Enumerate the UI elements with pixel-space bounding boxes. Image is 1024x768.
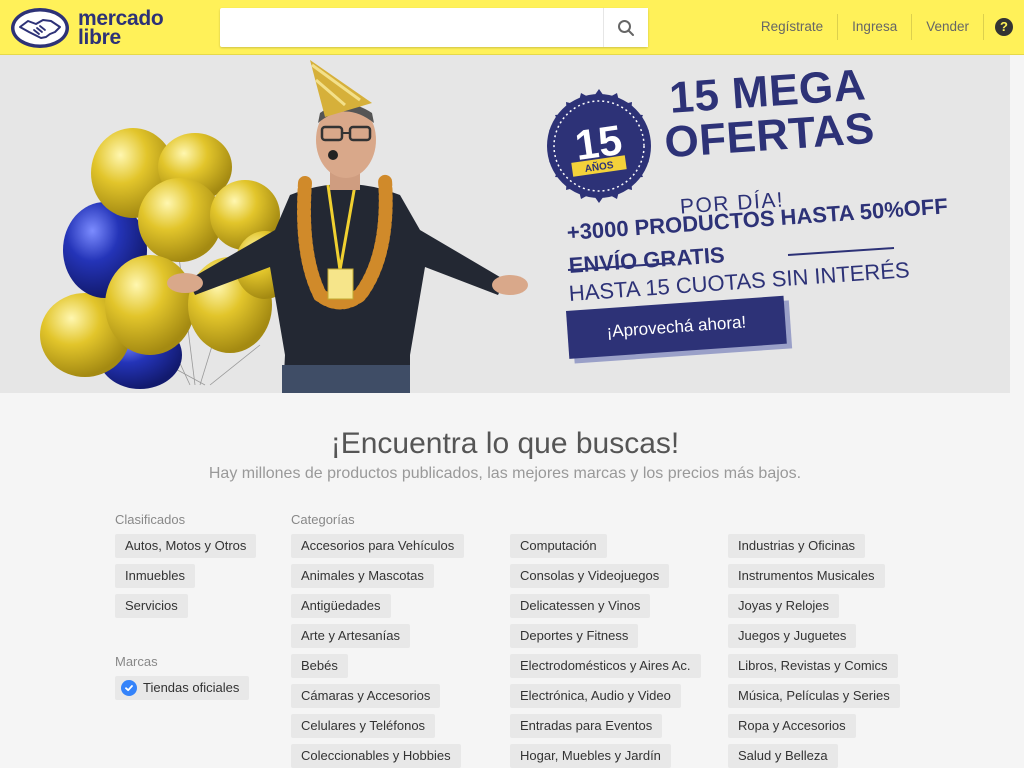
category-item[interactable]: Instrumentos Musicales [728, 564, 885, 588]
category-item[interactable]: Consolas y Videojuegos [510, 564, 670, 588]
logo-wordmark: mercado libre [78, 8, 164, 49]
page-title: ¡Encuentra lo que buscas! [330, 427, 680, 460]
person-jeans [282, 365, 410, 393]
login-link[interactable]: Ingresa [838, 14, 913, 40]
category-item[interactable]: Música, Películas y Series [728, 684, 900, 708]
category-item[interactable]: Juegos y Juguetes [728, 624, 857, 648]
category-item[interactable]: Arte y Artesanías [291, 624, 410, 648]
category-item[interactable]: Salud y Belleza [728, 744, 838, 768]
search-input[interactable] [220, 8, 602, 47]
page-subtitle: Hay millones de productos publicados, la… [208, 465, 802, 482]
official-stores-link[interactable]: Tiendas oficiales [115, 676, 250, 700]
category-item[interactable]: Accesorios para Vehículos [291, 534, 465, 558]
clasificados-heading: Clasificados [115, 512, 186, 527]
category-item[interactable]: Entradas para Eventos [510, 714, 663, 738]
sell-link[interactable]: Vender [912, 14, 984, 40]
register-link[interactable]: Regístrate [747, 14, 839, 40]
anniversary-badge: 15 AÑOS [547, 89, 651, 203]
verified-check-icon [121, 680, 137, 696]
category-item[interactable]: Bebés [291, 654, 348, 678]
category-item[interactable]: Libros, Revistas y Comics [728, 654, 898, 678]
clasificados-item[interactable]: Servicios [115, 594, 188, 618]
balloon-gold [138, 178, 222, 262]
banner-cta-button[interactable]: ¡Aprovechá ahora! [566, 295, 787, 359]
category-item[interactable]: Computación [510, 534, 607, 558]
help-button[interactable]: ? [984, 18, 1024, 36]
logo-line2: libre [78, 26, 121, 49]
category-item[interactable]: Deportes y Fitness [510, 624, 639, 648]
category-item[interactable]: Cámaras y Accesorios [291, 684, 441, 708]
clasificados-item[interactable]: Inmuebles [115, 564, 195, 588]
category-item[interactable]: Industrias y Oficinas [728, 534, 866, 558]
search-button[interactable] [603, 8, 648, 47]
balloon-gold [105, 255, 195, 355]
banner-illustration [40, 60, 528, 393]
category-item[interactable]: Delicatessen y Vinos [510, 594, 651, 618]
mercadolibre-logo[interactable]: mercado libre [10, 6, 180, 50]
search-bar [220, 8, 648, 47]
marcas-heading: Marcas [115, 654, 158, 669]
category-item[interactable]: Animales y Mascotas [291, 564, 434, 588]
category-item[interactable]: Joyas y Relojes [728, 594, 840, 618]
promo-banner[interactable]: 15 AÑOS 15 MEGA OFERTAS POR DÍA! +3000 P… [0, 55, 1010, 393]
banner-title: 15 MEGA OFERTAS [663, 60, 876, 167]
category-item[interactable]: Coleccionables y Hobbies [291, 744, 461, 768]
category-item[interactable]: Hogar, Muebles y Jardín [510, 744, 671, 768]
official-stores-label: Tiendas oficiales [143, 680, 240, 695]
handshake-icon [11, 8, 69, 48]
category-item[interactable]: Ropa y Accesorios [728, 714, 856, 738]
category-item[interactable]: Electrodomésticos y Aires Ac. [510, 654, 701, 678]
header-nav: Regístrate Ingresa Vender ? [747, 14, 1024, 40]
category-item[interactable]: Antigüedades [291, 594, 391, 618]
categorias-heading: Categorías [291, 512, 355, 527]
clasificados-item[interactable]: Autos, Motos y Otros [115, 534, 257, 558]
id-badge [327, 268, 354, 300]
banner-title-line2: OFERTAS [662, 103, 877, 168]
search-icon [618, 19, 634, 36]
top-header: mercado libre Regístrate Ingresa Vender … [0, 0, 1024, 55]
help-icon: ? [995, 18, 1013, 36]
category-item[interactable]: Electrónica, Audio y Video [510, 684, 681, 708]
category-item[interactable]: Celulares y Teléfonos [291, 714, 436, 738]
